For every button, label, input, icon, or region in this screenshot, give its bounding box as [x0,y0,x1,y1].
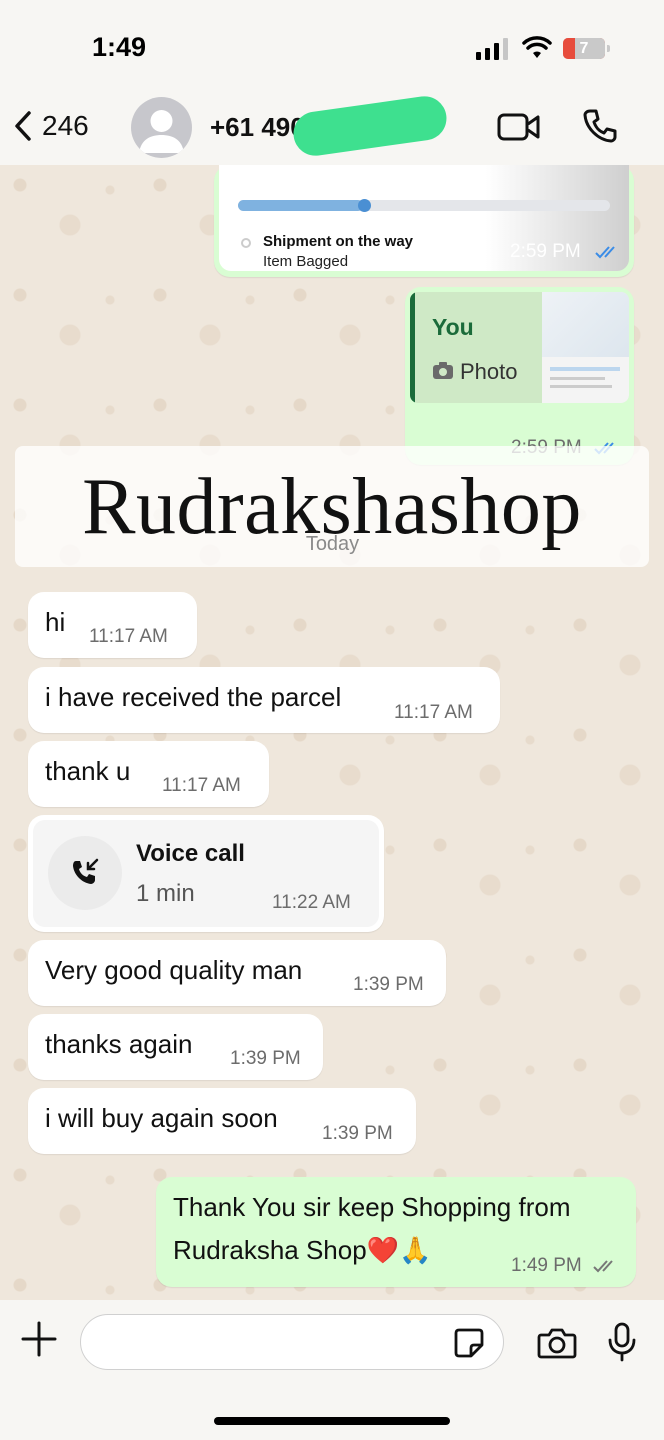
quoted-reply[interactable]: You Photo [410,292,629,403]
timestamp: 2:59 PM [510,241,581,262]
wifi-icon [522,36,552,58]
voice-call-card[interactable]: Voice call 1 min 11:22 AM [33,820,379,927]
message-input[interactable] [80,1314,504,1370]
message-text: Very good quality man [45,955,303,985]
message-text-line1: Thank You sir keep Shopping from [173,1192,571,1222]
video-call-icon[interactable] [497,112,541,142]
incoming-message[interactable]: thanks again 1:39 PM [28,1014,323,1080]
outgoing-message[interactable]: Thank You sir keep Shopping from Rudraks… [156,1177,636,1287]
message-text: i will buy again soon [45,1103,278,1133]
timestamp: 1:39 PM [230,1048,301,1069]
shipment-sub: Item Bagged [263,253,349,270]
photo-thumbnail[interactable] [542,292,629,403]
progress-dot [358,199,371,212]
voice-call-message[interactable]: Voice call 1 min 11:22 AM [28,815,384,932]
home-indicator [214,1417,450,1425]
plus-icon[interactable] [20,1320,58,1358]
input-bar [0,1300,664,1440]
status-bar: 1:49 7 [0,0,664,90]
status-time: 1:49 [92,32,147,62]
phone-icon[interactable] [582,108,618,144]
incoming-message[interactable]: i will buy again soon 1:39 PM [28,1088,416,1154]
timeline-dot [241,238,251,248]
incoming-message[interactable]: i have received the parcel 11:17 AM [28,667,500,733]
message-text: hi [45,607,66,637]
timestamp: 1:49 PM [511,1255,582,1276]
sticker-icon[interactable] [453,1327,485,1359]
read-ticks-icon [595,246,615,259]
call-duration: 1 min [136,880,195,907]
timestamp: 11:22 AM [272,892,351,913]
timestamp: 11:17 AM [162,775,241,796]
avatar[interactable] [131,97,192,158]
message-text-line2: Rudraksha Shop❤️🙏 [173,1235,432,1265]
person-icon [139,110,184,153]
call-icon-circle [48,836,122,910]
back-button[interactable]: 246 [14,110,89,142]
signal-icon [476,38,508,60]
incoming-message[interactable]: hi 11:17 AM [28,592,197,658]
redaction-mark [290,93,450,159]
timestamp: 1:39 PM [353,974,424,995]
battery-icon: 7 [563,38,610,59]
chat-header: 246 +61 490 1 [0,90,664,165]
message-text: thanks again [45,1029,193,1059]
watermark-text: Rudrakshashop [82,463,582,551]
timestamp: 1:39 PM [322,1123,393,1144]
camera-small-icon [433,362,453,379]
missed-call-incoming-icon [73,858,99,884]
microphone-icon[interactable] [607,1322,637,1362]
call-title: Voice call [136,840,245,867]
photo-reply-message[interactable]: You Photo 2:59 PM [405,287,634,465]
incoming-message[interactable]: thank u 11:17 AM [28,741,269,807]
battery-level: 7 [579,40,589,57]
message-text: i have received the parcel [45,682,342,712]
progress-fill [238,200,363,211]
timestamp: 11:17 AM [89,626,168,647]
timestamp: 11:17 AM [394,702,473,723]
chevron-left-icon [15,111,31,141]
incoming-message[interactable]: Very good quality man 1:39 PM [28,940,446,1006]
message-text: thank u [45,756,131,786]
quote-type: Photo [460,359,518,384]
shipment-status: Shipment on the way [263,233,414,250]
delivered-ticks-icon [593,1260,613,1273]
shipment-message[interactable]: Shipment on the way Item Bagged 2:59 PM [214,165,634,277]
quote-author: You [432,314,474,340]
back-count: 246 [42,110,89,141]
quote-bar [410,292,415,403]
camera-icon[interactable] [537,1327,577,1359]
